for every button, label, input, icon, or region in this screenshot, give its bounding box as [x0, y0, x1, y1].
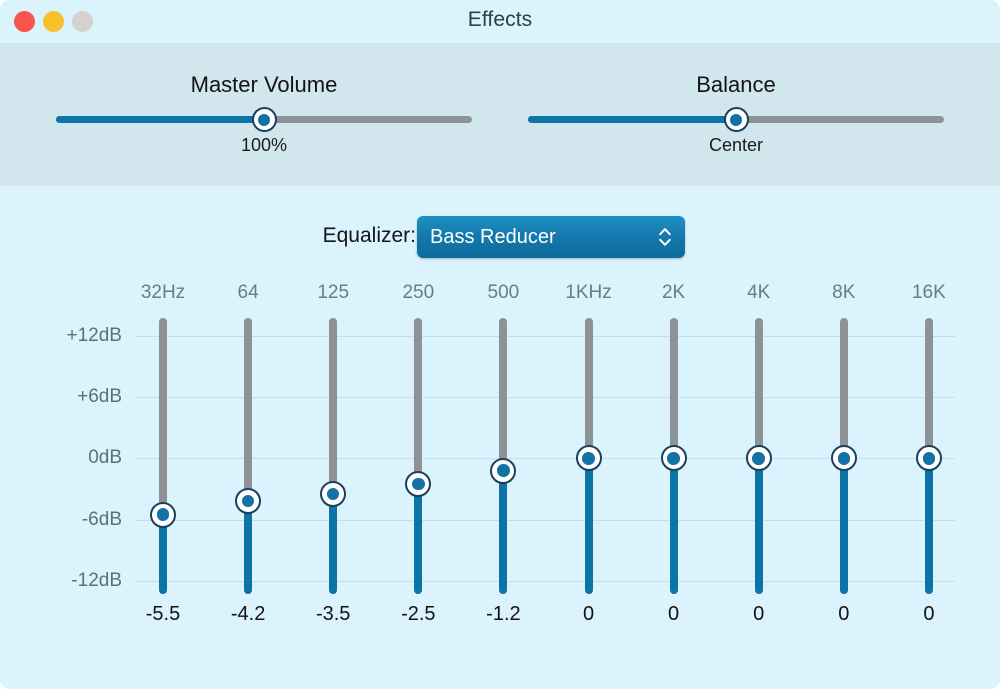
equalizer-band: 16K 0 — [886, 186, 972, 689]
equalizer-band: 500 -1.2 — [460, 186, 546, 689]
db-axis-label: 0dB — [88, 447, 122, 469]
equalizer-band: 4K 0 — [716, 186, 802, 689]
equalizer-band: 1KHz 0 — [546, 186, 632, 689]
equalizer-band: 2K 0 — [631, 186, 717, 689]
band-value-label: 0 — [923, 603, 935, 625]
band-frequency-label: 4K — [747, 282, 771, 303]
equalizer-bands-panel: +12dB +6dB 0dB -6dB -12dB 32Hz -5.5 64 -4.2 125 -3… — [0, 186, 1000, 689]
band-value-label: -4.2 — [230, 603, 266, 625]
master-volume-thumb[interactable] — [251, 107, 277, 132]
balance-thumb[interactable] — [723, 107, 749, 132]
master-volume-slider[interactable] — [56, 107, 472, 132]
band-slider-thumb[interactable] — [745, 445, 772, 472]
band-slider-thumb[interactable] — [150, 501, 176, 528]
band-frequency-label: 8K — [832, 282, 856, 303]
window-title: Effects — [467, 8, 533, 31]
band-frequency-label: 500 — [487, 282, 520, 303]
balance-label: Balance — [696, 72, 776, 97]
band-value-label: 0 — [582, 603, 595, 625]
band-slider-thumb[interactable] — [575, 445, 602, 472]
band-value-label: -1.2 — [486, 603, 521, 625]
equalizer-band: 8K 0 — [801, 186, 887, 689]
band-slider-fill — [499, 470, 508, 594]
band-slider-thumb[interactable] — [915, 445, 942, 472]
band-value-label: 0 — [838, 603, 850, 625]
band-value-label: 0 — [753, 603, 765, 625]
band-slider-fill — [754, 458, 763, 594]
band-slider-thumb[interactable] — [830, 445, 857, 472]
band-frequency-label: 1KHz — [565, 282, 612, 303]
band-slider-fill — [584, 458, 593, 594]
band-frequency-label: 250 — [402, 282, 435, 303]
band-slider-fill — [669, 458, 678, 594]
db-axis-label: +12dB — [66, 325, 122, 346]
master-volume-value: 100% — [240, 135, 288, 155]
band-slider-thumb[interactable] — [660, 445, 687, 472]
balance-value: Center — [708, 135, 764, 155]
band-frequency-label: 2K — [661, 282, 686, 303]
equalizer-band: 250 -2.5 — [375, 186, 461, 689]
band-value-label: -2.5 — [401, 603, 436, 625]
balance-fill — [528, 116, 736, 123]
equalizer-band: 32Hz -5.5 — [120, 186, 206, 689]
band-slider-fill — [414, 483, 423, 594]
band-value-label: 0 — [668, 603, 680, 625]
band-value-label: -5.5 — [145, 603, 181, 625]
band-slider-fill — [329, 494, 338, 594]
band-frequency-label: 125 — [317, 282, 350, 303]
band-slider-thumb[interactable] — [405, 470, 432, 497]
master-volume-fill — [56, 116, 264, 123]
db-axis-label: -6dB — [81, 508, 122, 530]
band-frequency-label: 16K — [911, 282, 946, 303]
band-slider-thumb[interactable] — [490, 457, 517, 484]
band-value-label: -3.5 — [315, 603, 351, 625]
band-frequency-label: 32Hz — [140, 282, 186, 303]
title-bar: Effects — [0, 0, 1000, 43]
band-slider-thumb[interactable] — [235, 488, 262, 515]
band-slider-thumb[interactable] — [320, 481, 347, 508]
band-frequency-label: 64 — [237, 282, 259, 303]
equalizer-area: Equalizer: Bass Reducer +12dB +6dB 0dB -6dB… — [0, 186, 1000, 689]
effects-window: Effects Master Volume 100% Balance Cente… — [0, 0, 1000, 689]
band-slider-fill — [924, 458, 933, 594]
equalizer-band: 64 -4.2 — [205, 186, 291, 689]
master-volume-label: Master Volume — [190, 72, 338, 97]
band-slider-fill — [839, 458, 848, 594]
equalizer-band: 125 -3.5 — [290, 186, 376, 689]
db-axis-label: -12dB — [71, 569, 122, 591]
volume-balance-panel: Master Volume 100% Balance Center — [0, 43, 1000, 186]
db-axis-label: +6dB — [77, 386, 122, 408]
band-slider-fill — [244, 501, 253, 594]
balance-slider[interactable] — [528, 107, 944, 132]
